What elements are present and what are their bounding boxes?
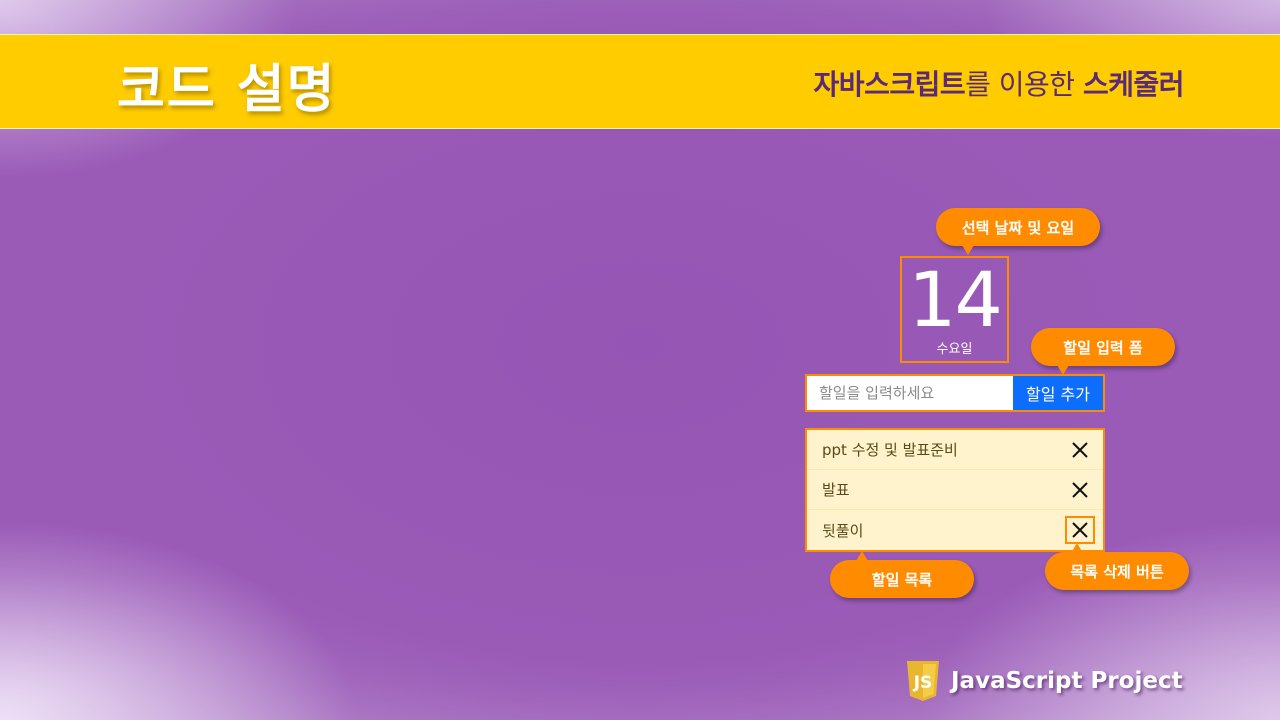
date-weekday: 수요일 xyxy=(936,342,973,357)
logo-text: JS xyxy=(913,673,933,693)
footer-brand: JS JavaScript Project xyxy=(905,660,1183,702)
page-subtitle: 자바스크립트를 이용한 스케줄러 xyxy=(813,63,1185,103)
callout-list: 할일 목록 xyxy=(830,551,974,598)
todo-text: 발표 xyxy=(822,481,850,499)
subtitle-using: 를 이용한 xyxy=(965,68,1083,101)
page-title: 코드 설명 xyxy=(117,60,337,120)
list-item: ppt 수정 및 발표준비 xyxy=(807,430,1103,470)
footer-label: JavaScript Project xyxy=(951,668,1183,694)
selected-date-box: 14 수요일 xyxy=(900,256,1009,363)
close-icon xyxy=(1072,481,1088,498)
delete-button[interactable] xyxy=(1065,436,1095,464)
todo-list: ppt 수정 및 발표준비 발표 뒷풀이 xyxy=(805,428,1105,552)
date-number: 14 xyxy=(908,255,1003,344)
close-icon xyxy=(1072,522,1088,538)
list-item: 뒷풀이 xyxy=(807,510,1103,550)
add-todo-button[interactable]: 할일 추가 xyxy=(1013,376,1103,410)
background-glow xyxy=(0,520,360,720)
delete-button[interactable] xyxy=(1065,476,1095,504)
close-icon xyxy=(1072,441,1088,458)
callout-delete: 목록 삭제 버튼 xyxy=(1045,543,1189,590)
javascript-logo-icon: JS xyxy=(907,661,939,701)
todo-input[interactable] xyxy=(807,376,1013,410)
header-bar: 코드 설명 자바스크립트를 이용한 스케줄러 xyxy=(0,34,1280,129)
subtitle-scheduler: 스케줄러 xyxy=(1082,68,1185,101)
todo-text: ppt 수정 및 발표준비 xyxy=(822,441,958,459)
todo-text: 뒷풀이 xyxy=(822,521,864,540)
list-item: 발표 xyxy=(807,470,1103,510)
delete-button[interactable] xyxy=(1065,516,1095,544)
todo-form: 할일 추가 xyxy=(805,374,1105,412)
callout-form: 할일 입력 폼 xyxy=(1031,328,1175,375)
subtitle-js: 자바스크립트 xyxy=(813,68,966,101)
callout-date: 선택 날짜 및 요일 xyxy=(936,208,1100,255)
